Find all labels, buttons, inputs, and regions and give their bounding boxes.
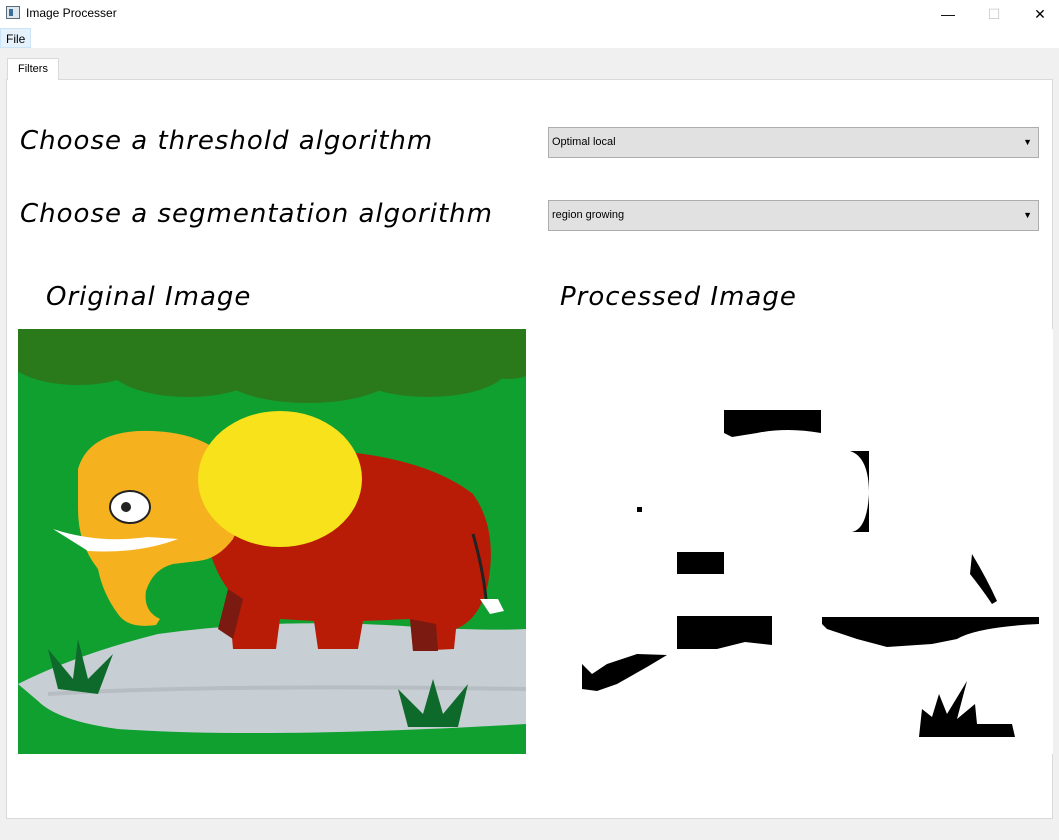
menu-bar — [0, 28, 1059, 48]
dropdown-arrow-icon: ▼ — [1023, 137, 1032, 147]
maximize-button[interactable]: ☐ — [971, 0, 1017, 28]
processed-image-label: Processed Image — [560, 282, 797, 312]
close-button[interactable]: ✕ — [1017, 0, 1059, 28]
minimize-button[interactable]: — — [925, 0, 971, 28]
dropdown-arrow-icon: ▼ — [1023, 210, 1032, 220]
threshold-label: Choose a threshold algorithm — [20, 126, 434, 156]
processed-image — [527, 329, 1053, 754]
original-image-label: Original Image — [46, 282, 252, 312]
tab-filters[interactable]: Filters — [7, 58, 59, 80]
segmentation-label: Choose a segmentation algorithm — [20, 199, 493, 229]
original-image — [18, 329, 526, 754]
threshold-selected-value: Optimal local — [552, 136, 616, 148]
segmentation-selected-value: region growing — [552, 209, 625, 221]
segmentation-select[interactable]: region growing ▼ — [548, 200, 1039, 231]
title-bar: Image Processer — ☐ ✕ — [0, 0, 1059, 28]
window-title: Image Processer — [26, 6, 117, 20]
menu-file[interactable]: File — [0, 28, 32, 48]
app-icon — [6, 6, 20, 19]
threshold-select[interactable]: Optimal local ▼ — [548, 127, 1039, 158]
